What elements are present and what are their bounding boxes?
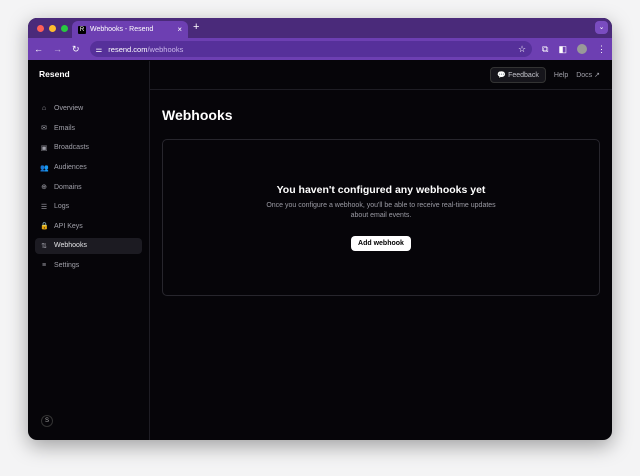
address-bar[interactable]: ⚌ resend.com/webhooks ☆	[89, 41, 533, 57]
sidebar-item-audiences[interactable]: 👥 Audiences	[35, 160, 142, 176]
webhooks-icon: ⇅	[41, 242, 47, 250]
sidebar-item-webhooks[interactable]: ⇅ Webhooks	[35, 238, 142, 254]
favicon: R	[78, 25, 86, 34]
feedback-label: Feedback	[508, 72, 539, 79]
menu-icon[interactable]: ⋮	[597, 44, 606, 55]
maximize-window-button[interactable]	[61, 25, 68, 32]
tab-search-button[interactable]: ⌄	[595, 21, 608, 34]
tab-bar: R Webhooks - Resend × + ⌄	[28, 18, 612, 38]
browser-window: R Webhooks - Resend × + ⌄ ← → ↻ ⚌ resend.c…	[28, 18, 612, 440]
close-tab-icon[interactable]: ×	[177, 25, 182, 34]
sidebar-item-label: Emails	[54, 124, 76, 132]
back-icon[interactable]: ←	[34, 44, 43, 54]
sidebar: Resend ⌂ Overview ✉ Emails ▣ Broadcasts 👥 Audie…	[28, 61, 150, 440]
new-tab-button[interactable]: +	[193, 21, 199, 33]
sidebar-item-label: Domains	[54, 183, 82, 191]
side-panel-icon[interactable]: ◧	[558, 44, 567, 55]
profile-avatar[interactable]	[577, 44, 587, 54]
main-content: 💬 Feedback Help Docs ↗ Webhooks You have…	[150, 61, 612, 440]
overview-icon: ⌂	[41, 105, 47, 113]
logs-icon: ☰	[40, 203, 48, 211]
url-host: resend.com	[108, 44, 148, 54]
audiences-icon: 👥	[40, 164, 49, 172]
site-settings-icon[interactable]: ⚌	[96, 45, 103, 54]
sidebar-item-broadcasts[interactable]: ▣ Broadcasts	[35, 140, 142, 156]
empty-state-card: You haven't configured any webhooks yet …	[162, 139, 600, 296]
sidebar-item-settings[interactable]: ≡ Settings	[35, 258, 142, 274]
emails-icon: ✉	[41, 125, 47, 133]
domains-icon: ⊕	[41, 184, 47, 192]
close-window-button[interactable]	[37, 25, 44, 32]
bookmark-star-icon[interactable]: ☆	[518, 44, 526, 55]
brand-logo: Resend	[39, 69, 70, 79]
browser-tab[interactable]: R Webhooks - Resend ×	[72, 21, 188, 38]
api-keys-icon: 🔒	[40, 223, 49, 231]
feedback-button[interactable]: 💬 Feedback	[490, 67, 546, 83]
sidebar-item-api-keys[interactable]: 🔒 API Keys	[35, 219, 142, 235]
add-webhook-button[interactable]: Add webhook	[351, 236, 411, 251]
reload-icon[interactable]: ↻	[72, 44, 80, 55]
sidebar-item-label: Audiences	[54, 164, 87, 172]
tab-title: Webhooks - Resend	[90, 26, 154, 33]
sidebar-item-label: Logs	[54, 203, 70, 211]
sidebar-item-label: Overview	[54, 105, 84, 113]
sidebar-item-label: API Keys	[54, 222, 83, 230]
sidebar-item-domains[interactable]: ⊕ Domains	[35, 179, 142, 195]
extensions-icon[interactable]: ⧉	[542, 44, 548, 55]
sidebar-item-emails[interactable]: ✉ Emails	[35, 121, 142, 137]
sidebar-item-logs[interactable]: ☰ Logs	[35, 199, 142, 215]
page-title: Webhooks	[162, 107, 233, 123]
sidebar-item-overview[interactable]: ⌂ Overview	[35, 101, 142, 117]
broadcasts-icon: ▣	[40, 144, 48, 152]
settings-icon: ≡	[41, 262, 47, 270]
docs-link[interactable]: Docs ↗	[576, 71, 600, 79]
sidebar-item-label: Broadcasts	[54, 144, 90, 152]
browser-toolbar: ← → ↻ ⚌ resend.com/webhooks ☆ ⧉ ◧ ⋮	[28, 38, 612, 60]
sidebar-item-label: Settings	[54, 262, 80, 270]
sidebar-item-label: Webhooks	[54, 242, 87, 250]
forward-icon[interactable]: →	[53, 44, 62, 54]
user-avatar[interactable]: S	[41, 415, 53, 427]
empty-state-text: Once you configure a webhook, you'll be …	[266, 202, 496, 219]
minimize-window-button[interactable]	[49, 25, 56, 32]
empty-state-title: You haven't configured any webhooks yet	[276, 184, 486, 196]
url-path: /webhooks	[147, 44, 184, 54]
top-header: 💬 Feedback Help Docs ↗	[150, 61, 612, 90]
help-link[interactable]: Help	[554, 72, 568, 79]
